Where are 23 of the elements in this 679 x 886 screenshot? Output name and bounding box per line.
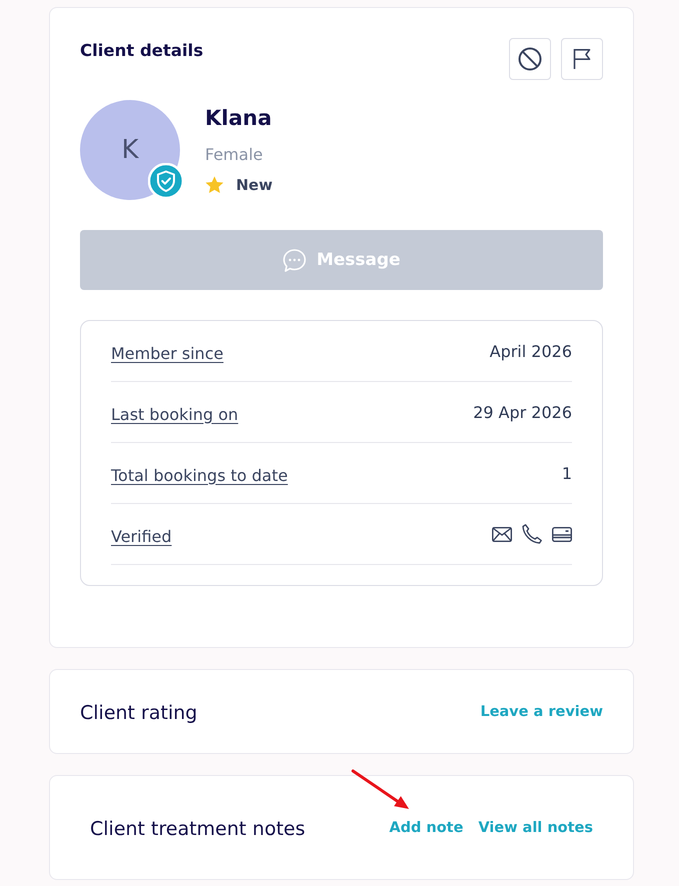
info-value: April 2026 xyxy=(490,342,572,360)
card-title: Client rating xyxy=(80,701,198,724)
phone-icon xyxy=(522,524,542,544)
chat-icon xyxy=(282,248,306,272)
info-label[interactable]: Last booking on xyxy=(111,400,238,424)
card-title: Client treatment notes xyxy=(90,817,306,840)
card-title: Client details xyxy=(80,41,204,60)
star-icon xyxy=(205,176,224,194)
info-value: 1 xyxy=(562,464,572,482)
status-label: New xyxy=(236,176,273,194)
client-gender: Female xyxy=(205,144,263,166)
info-label[interactable]: Verified xyxy=(111,522,172,546)
info-value: 29 Apr 2026 xyxy=(473,402,572,422)
flag-button[interactable] xyxy=(561,38,603,80)
card-icon xyxy=(552,526,572,542)
avatar: K xyxy=(80,100,180,200)
envelope-icon xyxy=(492,526,512,542)
block-icon xyxy=(518,47,542,71)
info-label[interactable]: Total bookings to date xyxy=(111,462,288,484)
info-label[interactable]: Member since xyxy=(111,340,224,362)
block-button[interactable] xyxy=(509,38,551,80)
client-name: Klana xyxy=(205,105,272,132)
flag-icon xyxy=(573,48,591,70)
